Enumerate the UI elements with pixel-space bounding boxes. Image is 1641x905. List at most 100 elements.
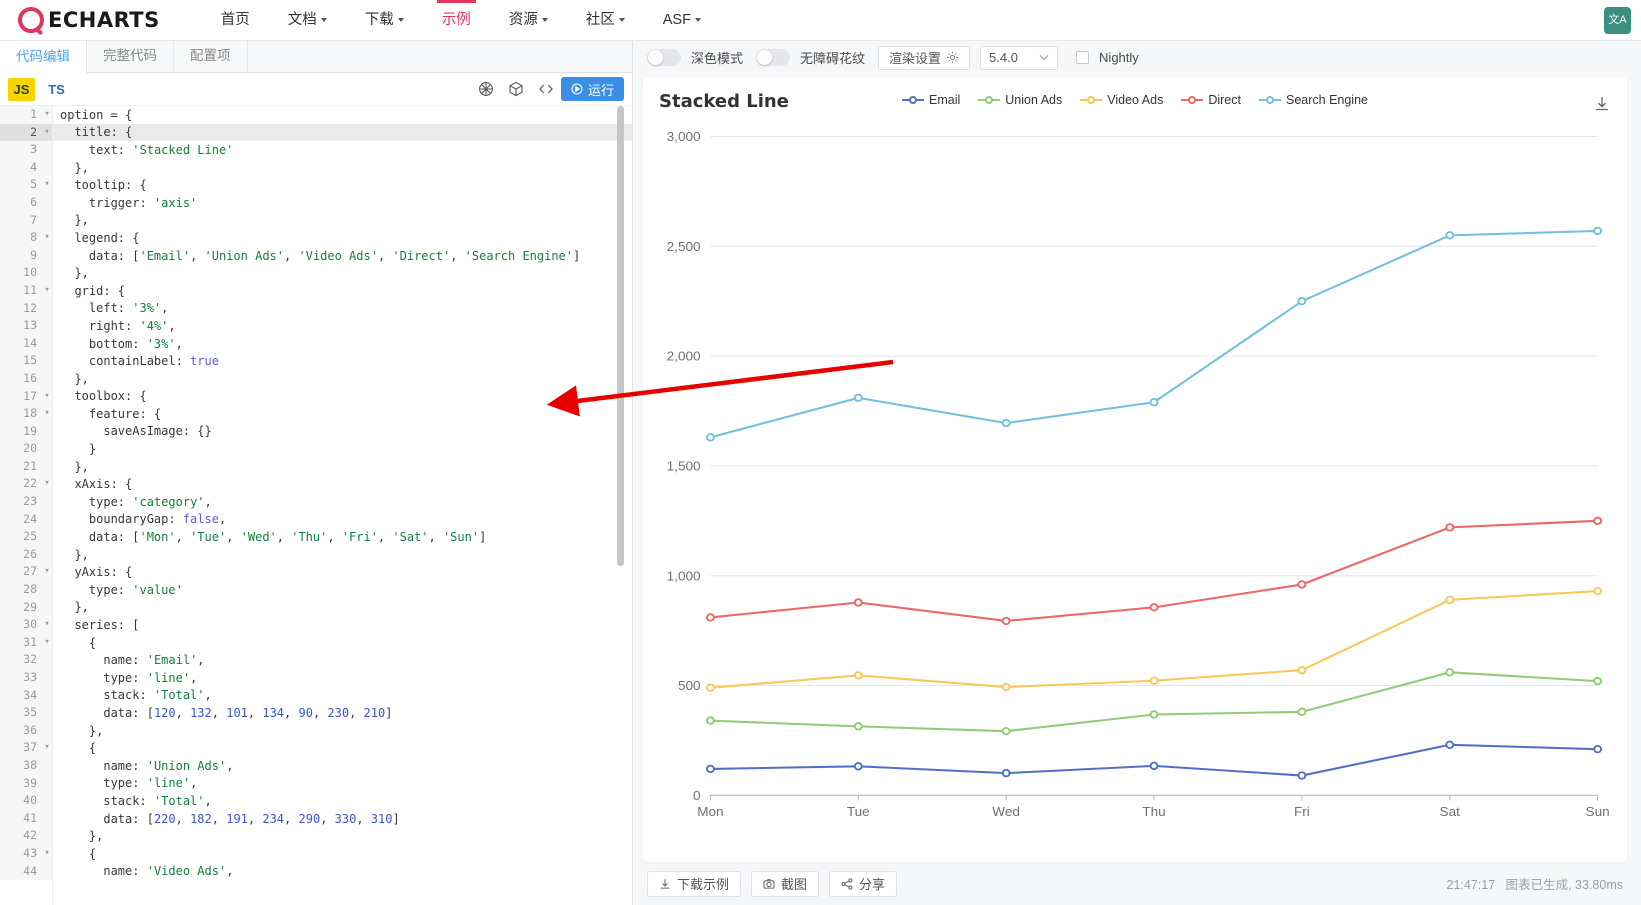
code-line[interactable]: 7 },: [0, 211, 632, 230]
code-line[interactable]: 27 ▾ yAxis: {: [0, 563, 632, 582]
nav-link-6[interactable]: ASF: [644, 0, 720, 41]
nav-link-5[interactable]: 社区: [567, 0, 644, 41]
code-line[interactable]: 35 data: [120, 132, 101, 134, 90, 230, 2…: [0, 704, 632, 722]
code-line[interactable]: 41 data: [220, 182, 191, 234, 290, 330, …: [0, 809, 632, 828]
code-line[interactable]: 44 name: 'Video Ads',: [0, 862, 632, 881]
code-line[interactable]: 2 ▾ title: {: [0, 123, 632, 142]
code-line[interactable]: 5 ▾ tooltip: {: [0, 176, 632, 194]
line-number: 25: [0, 528, 42, 546]
nightly-checkbox[interactable]: [1076, 51, 1090, 64]
editor-tab-1[interactable]: 完整代码: [87, 40, 174, 72]
code-icon[interactable]: [531, 73, 561, 106]
render-settings-button[interactable]: 渲染设置: [878, 45, 971, 70]
code-line[interactable]: 23 type: 'category',: [0, 493, 632, 511]
line-number: 19: [0, 422, 42, 441]
fold-toggle-icon[interactable]: ▾: [42, 616, 52, 634]
code-line[interactable]: 17 ▾ toolbox: {: [0, 387, 632, 406]
nav-link-4[interactable]: 资源: [490, 0, 567, 41]
code-line[interactable]: 6 trigger: 'axis': [0, 193, 632, 212]
download-icon: [660, 878, 670, 889]
code-line[interactable]: 4 },: [0, 158, 632, 177]
cube-icon[interactable]: [501, 73, 531, 106]
nav-link-3[interactable]: 示例: [423, 0, 490, 41]
code-line[interactable]: 18 ▾ feature: {: [0, 405, 632, 423]
lang-js-button[interactable]: JS: [8, 77, 35, 101]
code-line[interactable]: 21 },: [0, 457, 632, 476]
code-line[interactable]: 30 ▾ series: [: [0, 616, 632, 634]
code-line[interactable]: 25 data: ['Mon', 'Tue', 'Wed', 'Thu', 'F…: [0, 528, 632, 546]
accessible-pattern-toggle[interactable]: [756, 49, 791, 66]
fold-toggle-icon: [42, 721, 52, 740]
code-text: type: 'line',: [103, 670, 198, 685]
language-switch-button[interactable]: 文A: [1604, 7, 1631, 34]
fold-toggle-icon[interactable]: ▾: [42, 475, 52, 494]
editor-tab-2[interactable]: 配置项: [174, 40, 248, 72]
fold-toggle-icon[interactable]: ▾: [42, 387, 52, 406]
code-line[interactable]: 40 stack: 'Total',: [0, 792, 632, 810]
code-line[interactable]: 20 }: [0, 440, 632, 458]
lang-ts-button[interactable]: TS: [43, 77, 70, 101]
code-line[interactable]: 12 left: '3%',: [0, 299, 632, 318]
share-button[interactable]: 分享: [829, 870, 898, 897]
globe-icon[interactable]: [471, 73, 501, 106]
code-line[interactable]: 19 saveAsImage: {}: [0, 422, 632, 441]
code-line[interactable]: 32 name: 'Email',: [0, 651, 632, 669]
code-text: },: [88, 829, 104, 844]
code-line[interactable]: 3 text: 'Stacked Line': [0, 141, 632, 159]
series-point: [1445, 668, 1455, 677]
fold-toggle-icon[interactable]: ▾: [42, 176, 52, 194]
code-line[interactable]: 33 type: 'line',: [0, 669, 632, 687]
dark-mode-toggle[interactable]: [647, 49, 681, 66]
fold-toggle-icon[interactable]: ▾: [42, 229, 52, 247]
fold-toggle-icon[interactable]: ▾: [42, 281, 52, 300]
code-line[interactable]: 24 boundaryGap: false,: [0, 510, 632, 529]
series-point: [1297, 297, 1307, 306]
code-line[interactable]: 8 ▾ legend: {: [0, 229, 632, 247]
code-line[interactable]: 14 bottom: '3%',: [0, 334, 632, 353]
nav-link-label: 示例: [441, 11, 471, 28]
download-example-button[interactable]: 下载示例: [647, 870, 742, 897]
code-line[interactable]: 37 ▾ {: [0, 739, 632, 757]
code-text: }: [88, 442, 97, 457]
fold-toggle-icon[interactable]: ▾: [42, 106, 52, 124]
nav-link-1[interactable]: 文档: [269, 0, 346, 41]
code-line[interactable]: 38 name: 'Union Ads',: [0, 756, 632, 775]
editor-scrollbar[interactable]: [617, 106, 624, 566]
code-line[interactable]: 34 stack: 'Total',: [0, 686, 632, 705]
code-line[interactable]: 1 ▾ option = {: [0, 106, 632, 124]
code-line[interactable]: 13 right: '4%',: [0, 317, 632, 335]
code-line[interactable]: 10 },: [0, 264, 632, 282]
fold-toggle-icon[interactable]: ▾: [42, 633, 52, 652]
code-line[interactable]: 36 },: [0, 721, 632, 740]
code-text: {: [88, 741, 97, 756]
code-line[interactable]: 9 data: ['Email', 'Union Ads', 'Video Ad…: [0, 246, 632, 265]
code-line[interactable]: 26 },: [0, 545, 632, 564]
fold-toggle-icon[interactable]: ▾: [42, 405, 52, 423]
nav-link-label: 首页: [220, 11, 250, 28]
code-line[interactable]: 29 },: [0, 598, 632, 617]
fold-toggle-icon[interactable]: ▾: [42, 739, 52, 757]
line-number: 17: [0, 387, 42, 406]
echarts-logo[interactable]: ECHARTS: [18, 7, 160, 36]
code-line[interactable]: 15 containLabel: true: [0, 352, 632, 370]
fold-toggle-icon[interactable]: ▾: [42, 844, 52, 863]
fold-toggle-icon[interactable]: ▾: [42, 563, 52, 582]
fold-toggle-icon[interactable]: ▾: [42, 123, 52, 142]
editor-tab-0[interactable]: 代码编辑: [0, 41, 87, 73]
screenshot-button[interactable]: 截图: [751, 870, 820, 897]
chart-card: Stacked Line Email Union Ads Video Ads Dire…: [643, 77, 1627, 862]
line-number: 38: [0, 756, 42, 775]
nav-link-2[interactable]: 下载: [346, 0, 423, 41]
code-line[interactable]: 28 type: 'value': [0, 581, 632, 599]
version-select[interactable]: 5.4.0: [980, 45, 1059, 70]
code-line[interactable]: 22 ▾ xAxis: {: [0, 475, 632, 494]
code-line[interactable]: 11 ▾ grid: {: [0, 281, 632, 300]
run-button[interactable]: 运行: [560, 77, 624, 101]
code-area[interactable]: 1 ▾ option = {2 ▾ title: {3 text: 'Stacked …: [0, 106, 632, 905]
code-line[interactable]: 31 ▾ {: [0, 633, 632, 652]
code-line[interactable]: 16 },: [0, 369, 632, 388]
code-line[interactable]: 39 type: 'line',: [0, 774, 632, 793]
code-line[interactable]: 42 },: [0, 827, 632, 845]
nav-link-0[interactable]: 首页: [202, 0, 269, 41]
code-line[interactable]: 43 ▾ {: [0, 844, 632, 863]
